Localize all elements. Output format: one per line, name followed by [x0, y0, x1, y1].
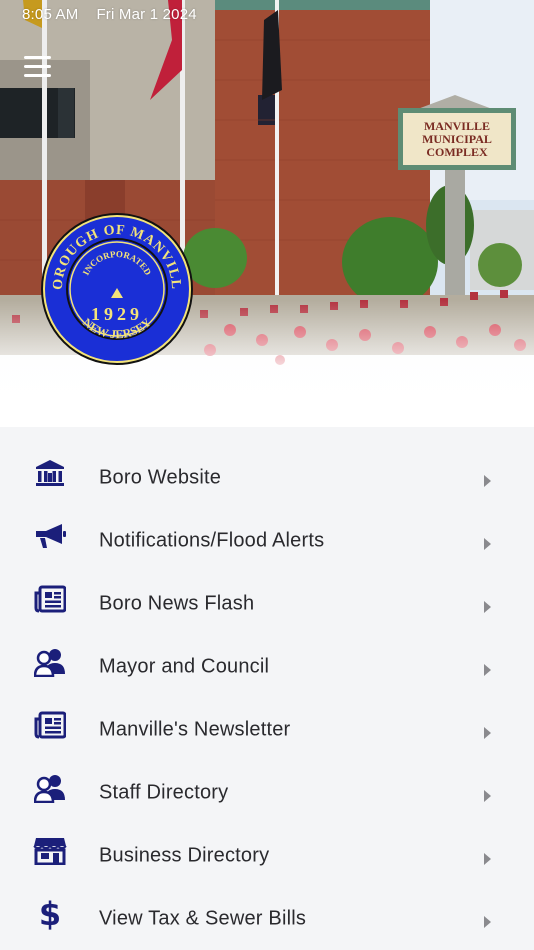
menu-item-boro-website[interactable]: Boro Website	[0, 443, 534, 506]
header-photo: MANVILLE MUNICIPAL COMPLEX OROUGH OF MAN…	[0, 0, 534, 427]
status-bar: 8:05 AM Fri Mar 1 2024	[22, 6, 197, 26]
chevron-right-icon	[484, 790, 491, 802]
menu-item-label: Boro Website	[99, 466, 222, 489]
menu-item-mayor-and-council[interactable]: Mayor and Council	[0, 632, 534, 695]
menu-item-label: Manville's Newsletter	[99, 718, 291, 741]
people-group-icon	[32, 772, 68, 804]
chevron-right-icon	[484, 916, 491, 928]
menu-item-business-directory[interactable]: Business Directory	[0, 821, 534, 884]
people-group-icon	[32, 646, 68, 678]
status-date: Fri Mar 1 2024	[96, 6, 197, 23]
hamburger-icon-bar	[24, 64, 51, 68]
menu-item-label: Notifications/Flood Alerts	[99, 529, 325, 552]
chevron-right-icon	[484, 475, 491, 487]
building-sign-line-1: MANVILLE	[424, 119, 490, 133]
storefront-icon	[32, 835, 68, 867]
government-building-icon	[32, 457, 68, 489]
hamburger-menu-button[interactable]	[24, 52, 58, 80]
chevron-right-icon	[484, 853, 491, 865]
menu-item-label: Staff Directory	[99, 781, 229, 804]
main-menu-list: Boro Website Notifications/Flood Alerts …	[0, 427, 534, 950]
chevron-right-icon	[484, 601, 491, 613]
chevron-right-icon	[484, 664, 491, 676]
hamburger-icon-bar	[24, 73, 51, 77]
building-sign-line-2: MUNICIPAL	[422, 132, 492, 146]
menu-item-notifications-flood-alerts[interactable]: Notifications/Flood Alerts	[0, 506, 534, 569]
hamburger-icon-bar	[24, 55, 51, 59]
chevron-right-icon	[484, 538, 491, 550]
seal-year: 1929	[91, 304, 143, 324]
megaphone-icon	[32, 520, 68, 552]
menu-item-boro-news-flash[interactable]: Boro News Flash	[0, 569, 534, 632]
menu-item-label: Business Directory	[99, 844, 270, 867]
chevron-right-icon	[484, 727, 491, 739]
menu-item-manvilles-newsletter[interactable]: Manville's Newsletter	[0, 695, 534, 758]
menu-item-label: Boro News Flash	[99, 592, 255, 615]
menu-item-label: Mayor and Council	[99, 655, 270, 678]
building-sign-line-3: COMPLEX	[426, 145, 488, 159]
newspaper-icon	[32, 709, 68, 741]
menu-item-staff-directory[interactable]: Staff Directory	[0, 758, 534, 821]
menu-item-label: View Tax & Sewer Bills	[99, 907, 307, 930]
menu-item-view-tax-sewer-bills[interactable]: $ View Tax & Sewer Bills	[0, 884, 534, 947]
borough-seal-logo: BOROUGH OF MANVILLE INCORPORATED 1929 NE…	[40, 212, 193, 365]
newspaper-icon	[32, 583, 68, 615]
dollar-sign-icon: $	[38, 895, 62, 933]
status-time: 8:05 AM	[22, 6, 79, 23]
